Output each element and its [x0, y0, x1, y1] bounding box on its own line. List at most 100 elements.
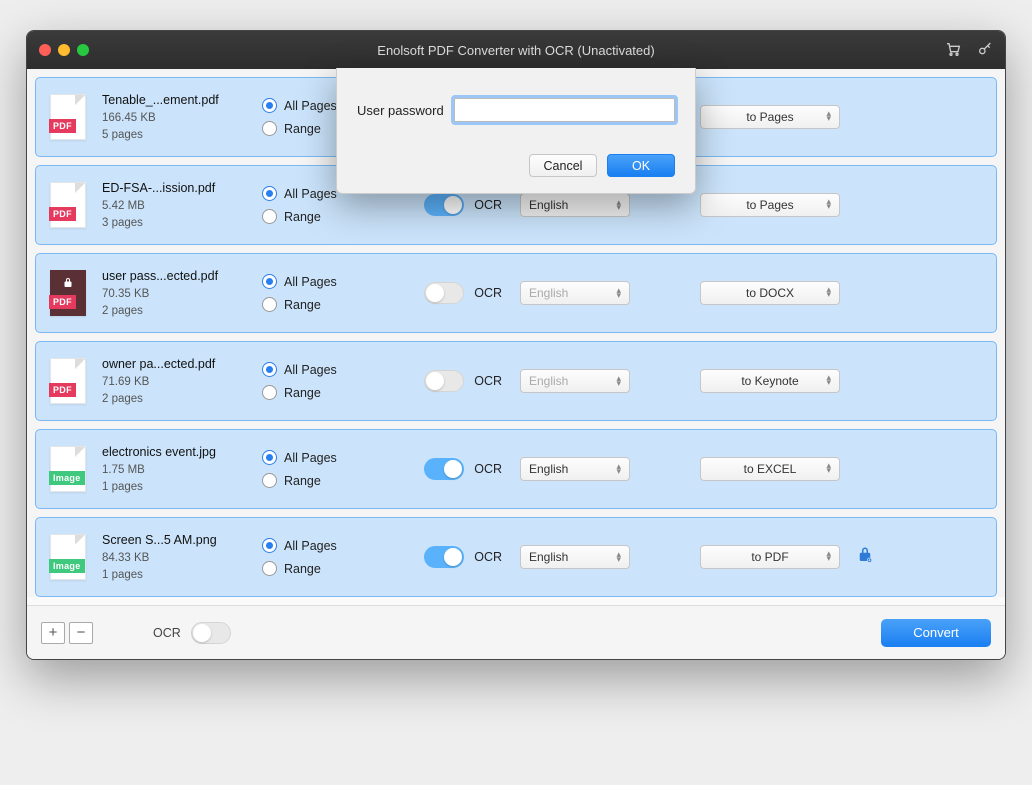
- all-pages-radio[interactable]: All Pages: [262, 362, 412, 377]
- password-input[interactable]: [454, 98, 675, 122]
- all-pages-radio[interactable]: All Pages: [262, 538, 412, 553]
- range-radio[interactable]: Range: [262, 385, 412, 400]
- range-label: Range: [284, 386, 321, 400]
- file-size: 1.75 MB: [102, 464, 262, 476]
- ocr-toggle[interactable]: [424, 458, 464, 480]
- ocr-toggle[interactable]: [424, 370, 464, 392]
- language-value: English: [529, 374, 568, 388]
- ok-button[interactable]: OK: [607, 154, 675, 177]
- range-label: Range: [284, 562, 321, 576]
- chevron-updown-icon: ▴▾: [826, 287, 831, 297]
- file-name: user pass...ected.pdf: [102, 269, 262, 283]
- ocr-toggle[interactable]: [424, 282, 464, 304]
- range-radio[interactable]: Range: [262, 297, 412, 312]
- password-dialog: User password Cancel OK: [336, 68, 696, 194]
- chevron-updown-icon: ▴▾: [616, 200, 621, 210]
- image-file-icon: Image: [50, 534, 86, 580]
- file-pages: 2 pages: [102, 305, 262, 317]
- window-title: Enolsoft PDF Converter with OCR (Unactiv…: [27, 43, 1005, 58]
- range-radio[interactable]: Range: [262, 209, 412, 224]
- range-label: Range: [284, 210, 321, 224]
- format-dropdown[interactable]: to DOCX ▴▾: [700, 281, 840, 305]
- file-row[interactable]: PDFuser pass...ected.pdf70.35 KB2 pagesA…: [35, 253, 997, 333]
- all-pages-label: All Pages: [284, 187, 337, 201]
- footer-ocr-label: OCR: [153, 626, 181, 640]
- file-name: Tenable_...ement.pdf: [102, 93, 262, 107]
- window-minimize-button[interactable]: [58, 44, 70, 56]
- cancel-button[interactable]: Cancel: [529, 154, 597, 177]
- range-radio[interactable]: Range: [262, 473, 412, 488]
- language-dropdown: English ▴▾: [520, 281, 630, 305]
- window-close-button[interactable]: [39, 44, 51, 56]
- format-dropdown[interactable]: to Keynote ▴▾: [700, 369, 840, 393]
- add-file-button[interactable]: +: [41, 622, 65, 644]
- format-value: to Keynote: [741, 374, 798, 388]
- format-value: to Pages: [746, 198, 793, 212]
- chevron-updown-icon: ▴▾: [616, 464, 621, 474]
- format-dropdown[interactable]: to PDF▴▾: [700, 545, 840, 569]
- all-pages-radio[interactable]: All Pages: [262, 274, 412, 289]
- all-pages-label: All Pages: [284, 539, 337, 553]
- language-dropdown[interactable]: English▴▾: [520, 545, 630, 569]
- format-value: to EXCEL: [744, 462, 797, 476]
- chevron-updown-icon: ▴▾: [826, 199, 831, 209]
- lock-settings-icon[interactable]: [856, 546, 874, 569]
- footer: + − OCR Convert: [27, 605, 1005, 659]
- chevron-updown-icon: ▴▾: [616, 288, 621, 298]
- file-size: 71.69 KB: [102, 376, 262, 388]
- format-value: to PDF: [751, 550, 788, 564]
- file-row[interactable]: ImageScreen S...5 AM.png84.33 KB1 pagesA…: [35, 517, 997, 597]
- file-pages: 1 pages: [102, 569, 262, 581]
- language-dropdown[interactable]: English ▴▾: [520, 193, 630, 217]
- language-value: English: [529, 286, 568, 300]
- footer-ocr-toggle[interactable]: [191, 622, 231, 644]
- file-name: ED-FSA-...ission.pdf: [102, 181, 262, 195]
- file-pages: 1 pages: [102, 481, 262, 493]
- range-radio[interactable]: Range: [262, 561, 412, 576]
- key-icon[interactable]: [977, 41, 993, 60]
- window-maximize-button[interactable]: [77, 44, 89, 56]
- ocr-label: OCR: [474, 550, 502, 564]
- all-pages-radio[interactable]: All Pages: [262, 450, 412, 465]
- image-file-icon: Image: [50, 446, 86, 492]
- remove-file-button[interactable]: −: [69, 622, 93, 644]
- filetype-tag: PDF: [49, 119, 76, 133]
- range-label: Range: [284, 298, 321, 312]
- password-label: User password: [357, 103, 444, 118]
- format-dropdown[interactable]: to Pages ▴▾: [700, 105, 840, 129]
- all-pages-label: All Pages: [284, 363, 337, 377]
- format-dropdown[interactable]: to Pages ▴▾: [700, 193, 840, 217]
- cart-icon[interactable]: [945, 41, 961, 60]
- ocr-toggle[interactable]: [424, 546, 464, 568]
- filetype-tag: Image: [49, 559, 85, 573]
- format-value: to Pages: [746, 110, 793, 124]
- convert-button[interactable]: Convert: [881, 619, 991, 647]
- pdf-file-icon: PDF: [50, 358, 86, 404]
- chevron-updown-icon: ▴▾: [826, 463, 831, 473]
- ocr-toggle[interactable]: [424, 194, 464, 216]
- filetype-tag: Image: [49, 471, 85, 485]
- filetype-tag: PDF: [49, 207, 76, 221]
- language-value: English: [529, 550, 568, 564]
- ocr-label: OCR: [474, 462, 502, 476]
- file-row[interactable]: Imageelectronics event.jpg1.75 MB1 pages…: [35, 429, 997, 509]
- all-pages-label: All Pages: [284, 275, 337, 289]
- range-label: Range: [284, 122, 321, 136]
- format-value: to DOCX: [746, 286, 794, 300]
- filetype-tag: PDF: [49, 295, 76, 309]
- chevron-updown-icon: ▴▾: [616, 376, 621, 386]
- chevron-updown-icon: ▴▾: [826, 375, 831, 385]
- file-pages: 5 pages: [102, 129, 262, 141]
- file-row[interactable]: PDFowner pa...ected.pdf71.69 KB2 pagesAl…: [35, 341, 997, 421]
- file-pages: 3 pages: [102, 217, 262, 229]
- file-size: 5.42 MB: [102, 200, 262, 212]
- language-dropdown[interactable]: English▴▾: [520, 457, 630, 481]
- ocr-label: OCR: [474, 198, 502, 212]
- language-value: English: [529, 198, 568, 212]
- file-name: owner pa...ected.pdf: [102, 357, 262, 371]
- filetype-tag: PDF: [49, 383, 76, 397]
- format-dropdown[interactable]: to EXCEL ▴▾: [700, 457, 840, 481]
- language-dropdown: English ▴▾: [520, 369, 630, 393]
- chevron-updown-icon: ▴▾: [826, 111, 831, 121]
- ocr-label: OCR: [474, 286, 502, 300]
